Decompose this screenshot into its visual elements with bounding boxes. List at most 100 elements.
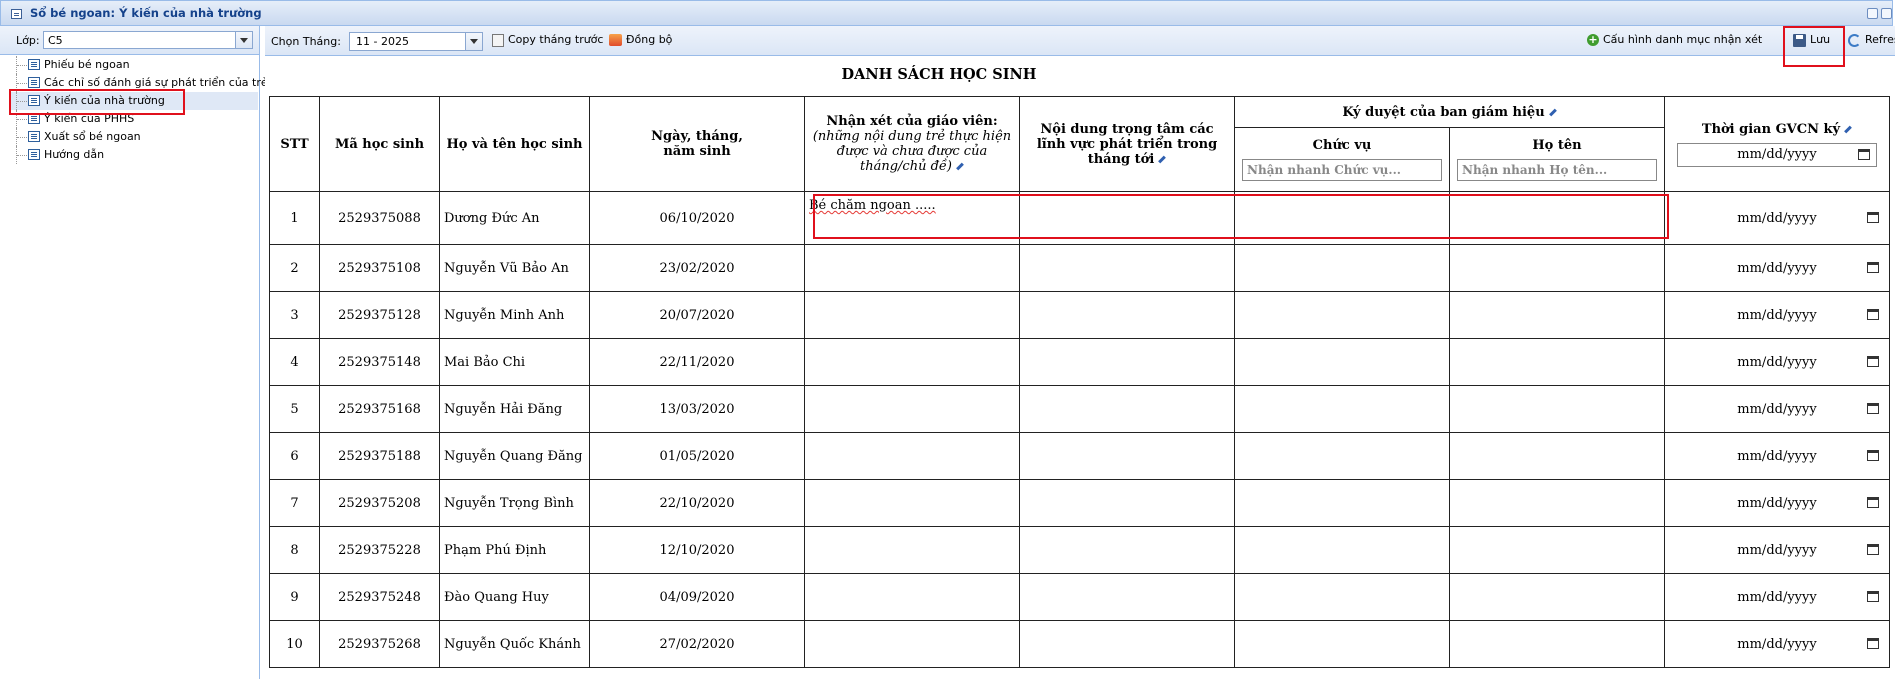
teacher-comment-cell[interactable] [804, 338, 1020, 386]
nav-tree: Phiếu bé ngoan Các chỉ số đánh giá sự phá… [10, 56, 268, 164]
nav-item[interactable]: Ý kiến của PHHS [10, 110, 258, 128]
save-button[interactable]: Lưu [1793, 33, 1830, 47]
teacher-comment-cell[interactable] [804, 432, 1020, 480]
sync-button[interactable]: Đồng bộ [609, 33, 672, 46]
focus-content-cell[interactable] [1019, 338, 1235, 386]
teacher-comment-cell[interactable]: Bé chăm ngoan ..... [804, 191, 1020, 245]
save-icon [1793, 33, 1806, 47]
approver-name-cell[interactable] [1449, 432, 1665, 480]
sign-date-input[interactable]: mm/dd/yyyy [1664, 432, 1890, 480]
position-cell[interactable] [1234, 573, 1450, 621]
position-cell[interactable] [1234, 432, 1450, 480]
refresh-button[interactable]: Refresh [1848, 33, 1895, 47]
sign-date-input[interactable]: mm/dd/yyyy [1664, 338, 1890, 386]
position-cell[interactable] [1234, 338, 1450, 386]
focus-content-cell[interactable] [1019, 191, 1235, 245]
approver-name-cell[interactable] [1449, 338, 1665, 386]
teacher-comment-cell[interactable] [804, 291, 1020, 339]
focus-content-cell[interactable] [1019, 244, 1235, 292]
sign-date-input[interactable]: mm/dd/yyyy [1664, 620, 1890, 668]
header-student-id: Mã học sinh [319, 96, 440, 192]
edit-pencil-icon[interactable] [956, 162, 964, 171]
calendar-icon[interactable] [1867, 497, 1879, 508]
student-id-cell: 2529375268 [319, 620, 440, 668]
position-quick-input[interactable]: Nhận nhanh Chức vụ... [1242, 159, 1442, 182]
edit-pencil-icon[interactable] [1548, 108, 1557, 117]
approver-name-cell[interactable] [1449, 244, 1665, 292]
calendar-icon[interactable] [1867, 591, 1879, 602]
focus-content-cell[interactable] [1019, 526, 1235, 574]
date-placeholder: mm/dd/yyyy [1737, 210, 1817, 226]
calendar-icon[interactable] [1867, 450, 1879, 461]
copy-prev-month-button[interactable]: Copy tháng trước [492, 33, 603, 47]
nav-item[interactable]: Xuất sổ bé ngoan [10, 128, 258, 146]
chevron-down-icon[interactable] [465, 33, 482, 50]
teacher-comment-cell[interactable] [804, 244, 1020, 292]
student-rows: 1 2529375088 Dương Đức An 06/10/2020 Bé chăm… [269, 191, 1890, 668]
sign-date-input[interactable]: mm/dd/yyyy [1664, 244, 1890, 292]
header-approval-title: Ký duyệt của ban giám hiệu [1342, 104, 1545, 120]
nav-item[interactable]: Ý kiến của nhà trường [10, 92, 258, 110]
focus-content-cell[interactable] [1019, 479, 1235, 527]
position-cell[interactable] [1234, 620, 1450, 668]
sign-date-input[interactable]: mm/dd/yyyy [1664, 479, 1890, 527]
stt-cell: 4 [269, 338, 320, 386]
name-quick-input[interactable]: Nhận nhanh Họ tên... [1457, 159, 1657, 182]
approver-name-cell[interactable] [1449, 191, 1665, 245]
collapse-icon[interactable] [1867, 8, 1878, 19]
teacher-comment-cell[interactable] [804, 385, 1020, 433]
nav-item[interactable]: Phiếu bé ngoan [10, 56, 258, 74]
restore-icon[interactable] [1881, 8, 1892, 19]
birthdate-cell: 27/02/2020 [589, 620, 805, 668]
position-cell[interactable] [1234, 191, 1450, 245]
sign-date-input[interactable]: mm/dd/yyyy [1664, 526, 1890, 574]
position-cell[interactable] [1234, 291, 1450, 339]
calendar-icon[interactable] [1867, 212, 1879, 223]
header-position: Chức vụ Nhận nhanh Chức vụ... [1234, 127, 1450, 192]
position-cell[interactable] [1234, 526, 1450, 574]
edit-pencil-icon[interactable] [1158, 155, 1167, 163]
approver-name-cell[interactable] [1449, 385, 1665, 433]
focus-content-cell[interactable] [1019, 291, 1235, 339]
focus-content-cell[interactable] [1019, 573, 1235, 621]
calendar-icon[interactable] [1867, 638, 1879, 649]
focus-content-cell[interactable] [1019, 432, 1235, 480]
header-teacher-comment-title: Nhận xét của giáo viên: [826, 114, 998, 129]
position-cell[interactable] [1234, 385, 1450, 433]
position-cell[interactable] [1234, 244, 1450, 292]
approver-name-cell[interactable] [1449, 479, 1665, 527]
approver-name-cell[interactable] [1449, 573, 1665, 621]
sign-date-input[interactable]: mm/dd/yyyy [1664, 191, 1890, 245]
approver-name-cell[interactable] [1449, 291, 1665, 339]
class-select[interactable]: C5 [43, 31, 253, 49]
teacher-comment-cell[interactable] [804, 526, 1020, 574]
position-cell[interactable] [1234, 479, 1450, 527]
edit-pencil-icon[interactable] [1844, 125, 1852, 133]
teacher-comment-cell[interactable] [804, 479, 1020, 527]
approver-name-cell[interactable] [1449, 620, 1665, 668]
chevron-down-icon[interactable] [235, 32, 252, 48]
sign-date-input[interactable]: mm/dd/yyyy [1664, 385, 1890, 433]
calendar-icon[interactable] [1867, 403, 1879, 414]
approver-name-cell[interactable] [1449, 526, 1665, 574]
focus-content-cell[interactable] [1019, 385, 1235, 433]
header-date-input[interactable]: mm/dd/yyyy [1677, 142, 1877, 167]
nav-item[interactable]: Các chỉ số đánh giá sự phát triển của tr… [10, 74, 268, 92]
calendar-icon[interactable] [1867, 544, 1879, 555]
teacher-comment-cell[interactable] [804, 620, 1020, 668]
table-row: 3 2529375128 Nguyễn Minh Anh 20/07/2020 mm/d… [269, 291, 1890, 339]
calendar-icon[interactable] [1867, 356, 1879, 367]
birthdate-cell: 23/02/2020 [589, 244, 805, 292]
config-comments-button[interactable]: + Cấu hình danh mục nhận xét [1587, 33, 1762, 46]
calendar-icon[interactable] [1867, 262, 1879, 273]
calendar-icon[interactable] [1867, 309, 1879, 320]
teacher-comment-cell[interactable] [804, 573, 1020, 621]
month-select[interactable]: 11 - 2025 [349, 32, 483, 51]
toolbar: Chọn Tháng: 11 - 2025 Copy tháng trước Đ… [265, 26, 1895, 56]
sign-date-input[interactable]: mm/dd/yyyy [1664, 291, 1890, 339]
focus-content-cell[interactable] [1019, 620, 1235, 668]
add-icon: + [1587, 33, 1599, 46]
nav-item[interactable]: Hướng dẫn [10, 146, 258, 164]
calendar-icon[interactable] [1858, 148, 1870, 160]
sign-date-input[interactable]: mm/dd/yyyy [1664, 573, 1890, 621]
